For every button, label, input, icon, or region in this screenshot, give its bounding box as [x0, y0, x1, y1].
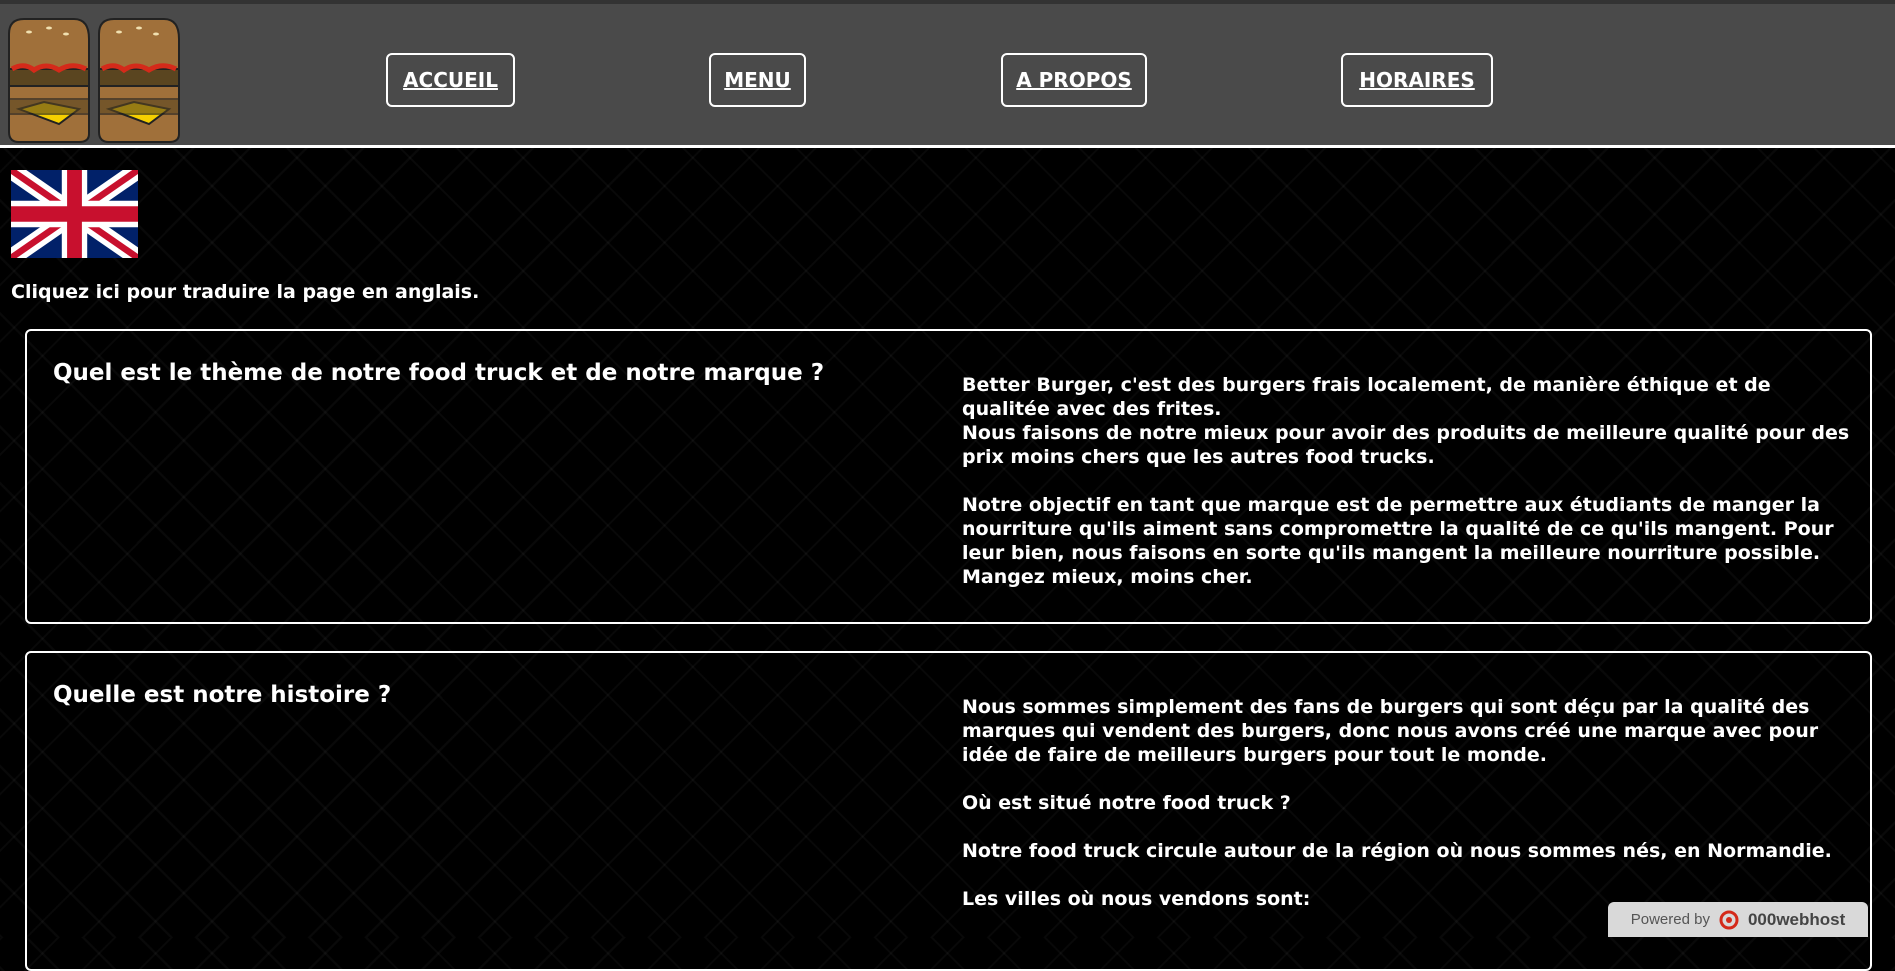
history-section-title: Quelle est notre histoire ?: [53, 682, 392, 708]
theme-paragraph: Notre objectif en tant que marque est de…: [962, 494, 1834, 588]
history-section-body: Nous sommes simplement des fans de burge…: [962, 695, 1852, 911]
powered-by-label: Powered by: [1630, 911, 1710, 928]
theme-paragraph: Better Burger, c'est des burgers frais l…: [962, 374, 1771, 420]
location-paragraph: Notre food truck circule autour de la ré…: [962, 840, 1832, 862]
uk-flag-icon: [6, 162, 143, 266]
theme-section-card: Quel est le thème de notre food truck et…: [25, 329, 1872, 624]
hosting-badge[interactable]: Powered by 000webhost: [1608, 902, 1868, 937]
history-section-card: Quelle est notre histoire ? Nous sommes …: [25, 651, 1872, 971]
history-paragraph: Nous sommes simplement des fans de burge…: [962, 696, 1819, 766]
burger-logo-icon: [8, 18, 180, 143]
nav-a-propos-button[interactable]: A PROPOS: [1001, 53, 1147, 107]
nav-menu-button[interactable]: MENU: [709, 53, 806, 107]
translate-english-link[interactable]: [6, 162, 143, 266]
webhost-logo-icon: [1719, 910, 1739, 929]
theme-section-title: Quel est le thème de notre food truck et…: [53, 360, 825, 386]
nav-accueil-button[interactable]: ACCUEIL: [386, 53, 515, 107]
site-header: ACCUEIL MENU A PROPOS HORAIRES: [0, 0, 1895, 148]
theme-section-body: Better Burger, c'est des burgers frais l…: [962, 373, 1852, 589]
theme-paragraph: Nous faisons de notre mieux pour avoir d…: [962, 422, 1850, 468]
burger-logo[interactable]: [4, 14, 189, 144]
location-question: Où est situé notre food truck ?: [962, 792, 1291, 814]
hosting-brand-label: 000webhost: [1747, 909, 1846, 929]
translate-instruction-text: Cliquez ici pour traduire la page en ang…: [11, 281, 480, 303]
nav-horaires-button[interactable]: HORAIRES: [1341, 53, 1493, 107]
